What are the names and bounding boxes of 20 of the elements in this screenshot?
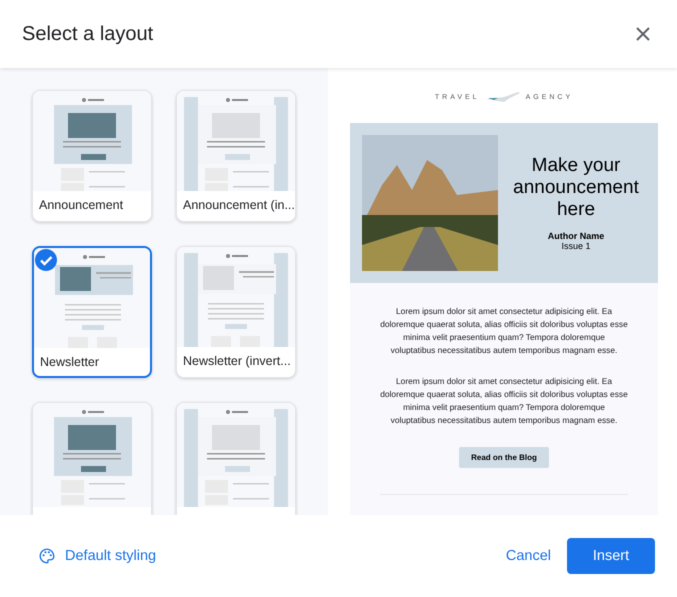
author-name: Author Name: [548, 231, 604, 241]
layout-label: Newsletter: [39, 354, 100, 369]
issue-number: Issue 1: [561, 241, 591, 251]
layout-label: Announcement (in...: [182, 197, 295, 212]
close-icon: [635, 26, 651, 42]
insert-button[interactable]: Insert: [567, 538, 655, 574]
layout-card[interactable]: Announcement: [32, 90, 152, 222]
palette-icon: [38, 547, 56, 565]
default-styling-button[interactable]: Default styling: [34, 541, 160, 571]
layout-card[interactable]: Newsletter: [32, 246, 152, 378]
headline: Make your announcement here: [512, 155, 640, 221]
layout-label: Announcement: [38, 197, 124, 212]
layout-label: Newsletter (invert...: [182, 353, 292, 368]
layout-card[interactable]: Announcement (in...: [176, 90, 296, 222]
body-paragraph: Lorem ipsum dolor sit amet consectetur adipisicing elit. Ea doloremque quaerat soluta, alias officiis sit doloribus voluptas esse minima velit praesentium quam? Tempora doloremque voluptatibus necessitatibus autem temporibus magnam esse.: [380, 305, 628, 357]
dialog-title: Select a layout: [22, 22, 154, 46]
cancel-button[interactable]: Cancel: [502, 542, 555, 570]
checkmark-icon: [35, 249, 57, 271]
layout-card[interactable]: Newsletter (invert...: [176, 246, 296, 378]
body-paragraph: Lorem ipsum dolor sit amet consectetur adipisicing elit. Ea doloremque quaerat soluta, alias officiis sit doloribus voluptas esse minima velit praesentium quam? Tempora doloremque voluptatibus necessitatibus autem temporibus magnam esse.: [380, 375, 628, 427]
